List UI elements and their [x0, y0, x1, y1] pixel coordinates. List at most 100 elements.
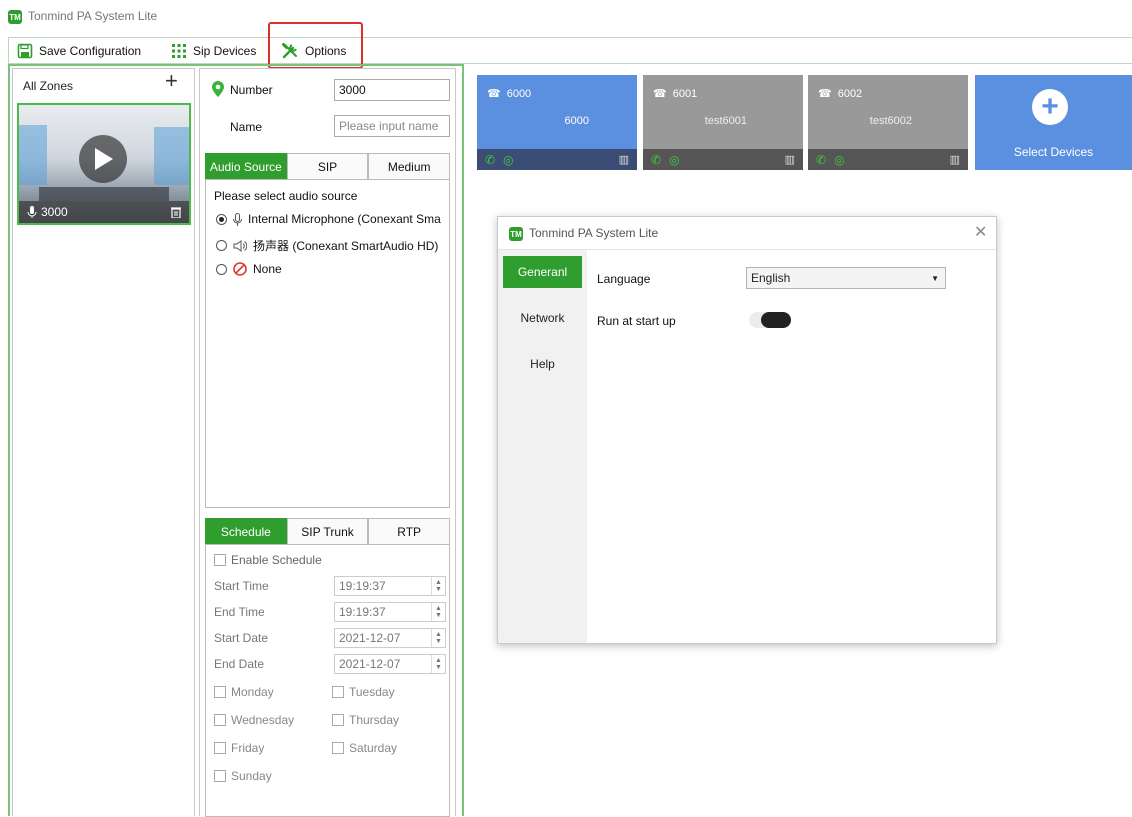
- radio-button[interactable]: [216, 213, 227, 225]
- audio-option-internal-mic[interactable]: Internal Microphone (Conexant Sma: [216, 212, 441, 226]
- day-checkbox-tuesday[interactable]: Tuesday: [332, 685, 395, 699]
- options-dialog: TM Tonmind PA System Lite ✕ Generanl Net…: [497, 216, 997, 644]
- day-checkbox-saturday[interactable]: Saturday: [332, 741, 397, 755]
- audio-option-none[interactable]: None: [216, 262, 282, 276]
- tab-sip[interactable]: SIP: [286, 153, 369, 179]
- checkbox[interactable]: [214, 770, 226, 782]
- nav-item-network[interactable]: Network: [503, 302, 582, 334]
- number-input[interactable]: [334, 79, 450, 101]
- day-label: Friday: [231, 741, 265, 755]
- play-icon: [95, 148, 113, 170]
- end-date-value: 2021-12-07: [339, 657, 401, 671]
- day-checkbox-wednesday[interactable]: Wednesday: [214, 713, 294, 727]
- listen-icon[interactable]: ◎: [503, 153, 513, 167]
- zone-card[interactable]: 3000: [17, 103, 191, 225]
- audio-option-label: None: [253, 262, 282, 276]
- tab-audio-source[interactable]: Audio Source: [205, 153, 287, 179]
- device-footer: ✆ ◎ ▥: [808, 149, 968, 170]
- dialog-title-bar: TM Tonmind PA System Lite ✕: [498, 217, 996, 250]
- start-time-value: 19:19:37: [339, 579, 386, 593]
- day-checkbox-monday[interactable]: Monday: [214, 685, 274, 699]
- device-number: 6001: [672, 87, 698, 100]
- audio-option-label: Internal Microphone (Conexant Sma: [248, 212, 441, 226]
- device-card[interactable]: ☎ 6001 test6001 ✆ ◎ ▥: [643, 75, 803, 170]
- device-name: test6001: [704, 115, 747, 127]
- phone-icon: ☎: [818, 88, 832, 100]
- run-at-startup-toggle[interactable]: [749, 312, 791, 328]
- end-time-field[interactable]: 19:19:37 ▲ ▼: [334, 602, 446, 622]
- device-footer: ✆ ◎ ▥: [477, 149, 637, 170]
- start-time-field[interactable]: 19:19:37 ▲ ▼: [334, 576, 446, 596]
- name-label: Name: [230, 120, 263, 134]
- nav-item-help[interactable]: Help: [503, 348, 582, 380]
- radio-button[interactable]: [216, 263, 227, 275]
- audio-option-speaker[interactable]: 扬声器 (Conexant SmartAudio HD): [216, 237, 438, 254]
- checkbox[interactable]: [214, 714, 226, 726]
- play-button[interactable]: [79, 135, 127, 183]
- select-devices-button[interactable]: + Select Devices: [975, 75, 1132, 170]
- save-configuration-button[interactable]: Save Configuration: [17, 38, 141, 63]
- spinner-icon[interactable]: ▲ ▼: [431, 577, 445, 595]
- dialog-nav: Generanl Network Help: [498, 250, 587, 643]
- checkbox[interactable]: [332, 742, 344, 754]
- end-time-label: End Time: [214, 605, 265, 619]
- checkbox[interactable]: [214, 742, 226, 754]
- audio-tabs: Audio Source SIP Medium: [205, 153, 451, 180]
- radio-button[interactable]: [216, 240, 227, 251]
- end-date-label: End Date: [214, 657, 265, 671]
- checkbox[interactable]: [214, 554, 226, 566]
- save-icon: [17, 43, 33, 58]
- zone-number: 3000: [41, 205, 68, 219]
- zones-panel: All Zones + 3000: [12, 68, 195, 816]
- enable-schedule-checkbox[interactable]: Enable Schedule: [214, 553, 322, 567]
- call-icon[interactable]: ✆: [651, 153, 661, 167]
- day-checkbox-sunday[interactable]: Sunday: [214, 769, 272, 783]
- start-date-field[interactable]: 2021-12-07 ▲ ▼: [334, 628, 446, 648]
- call-icon[interactable]: ✆: [485, 153, 495, 167]
- tab-schedule[interactable]: Schedule: [205, 518, 287, 544]
- device-card[interactable]: ☎ 6000 6000 ✆ ◎ ▥: [477, 75, 637, 170]
- phone-icon: ☎: [487, 88, 501, 100]
- zone-footer: 3000: [19, 201, 189, 223]
- window-shape: [154, 127, 189, 185]
- toolbar: Save Configuration Sip Devices Options: [8, 37, 1132, 64]
- listen-icon[interactable]: ◎: [669, 153, 679, 167]
- language-select[interactable]: English ▼: [746, 267, 946, 289]
- spinner-icon[interactable]: ▲ ▼: [431, 629, 445, 647]
- spinner-icon[interactable]: ▲ ▼: [431, 603, 445, 621]
- trash-icon[interactable]: ▥: [619, 153, 629, 166]
- day-checkbox-thursday[interactable]: Thursday: [332, 713, 399, 727]
- zone-config-panel: Number Name Audio Source SIP Medium Plea…: [199, 68, 456, 817]
- listen-icon[interactable]: ◎: [834, 153, 844, 167]
- tab-sip-trunk[interactable]: SIP Trunk: [286, 518, 369, 544]
- end-date-field[interactable]: 2021-12-07 ▲ ▼: [334, 654, 446, 674]
- name-input[interactable]: [334, 115, 450, 137]
- tab-medium[interactable]: Medium: [368, 153, 451, 179]
- checkbox[interactable]: [214, 686, 226, 698]
- checkbox[interactable]: [332, 714, 344, 726]
- device-card[interactable]: ☎ 6002 test6002 ✆ ◎ ▥: [808, 75, 968, 170]
- start-date-value: 2021-12-07: [339, 631, 401, 645]
- nav-item-general[interactable]: Generanl: [503, 256, 582, 288]
- number-label: Number: [230, 83, 273, 97]
- end-time-value: 19:19:37: [339, 605, 386, 619]
- grid-icon: [172, 43, 186, 58]
- audio-source-prompt: Please select audio source: [214, 189, 358, 203]
- day-checkbox-friday[interactable]: Friday: [214, 741, 264, 755]
- trash-icon[interactable]: [171, 206, 181, 218]
- sip-devices-button[interactable]: Sip Devices: [171, 38, 256, 63]
- trash-icon[interactable]: ▥: [785, 153, 795, 166]
- options-highlight-box: [268, 22, 363, 69]
- spinner-icon[interactable]: ▲ ▼: [431, 655, 445, 673]
- trash-icon[interactable]: ▥: [950, 153, 960, 166]
- tab-rtp[interactable]: RTP: [368, 518, 451, 544]
- language-value: English: [751, 271, 791, 285]
- prohibited-icon: [233, 262, 247, 276]
- call-icon[interactable]: ✆: [816, 153, 826, 167]
- device-number: 6000: [506, 87, 532, 100]
- add-zone-button[interactable]: +: [165, 70, 178, 92]
- device-number: 6002: [837, 87, 863, 100]
- checkbox[interactable]: [332, 686, 344, 698]
- audio-option-label: 扬声器 (Conexant SmartAudio HD): [253, 239, 439, 253]
- close-icon[interactable]: ✕: [974, 222, 987, 242]
